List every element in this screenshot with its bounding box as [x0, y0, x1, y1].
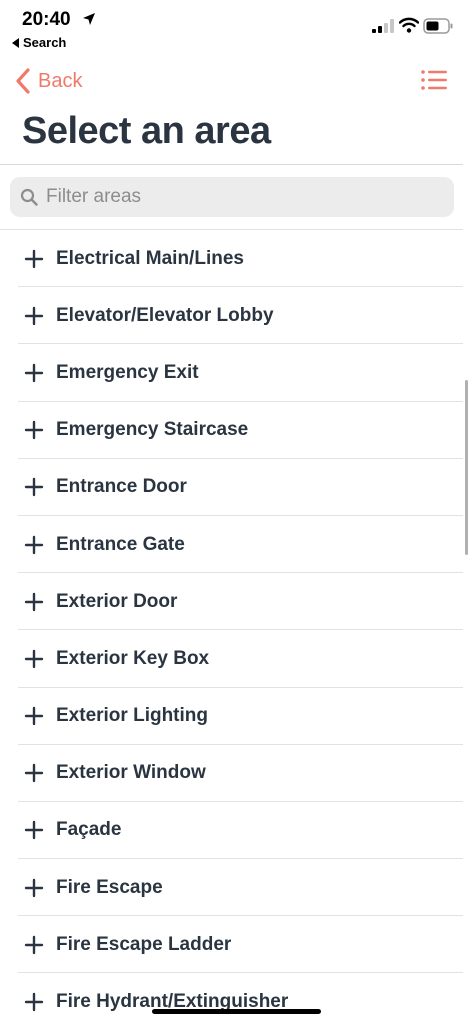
list-item[interactable]: Fire Hydrant/Extinguisher	[0, 973, 463, 1024]
back-triangle-icon	[12, 37, 19, 48]
list-item-label: Exterior Window	[56, 762, 206, 784]
plus-icon	[24, 706, 44, 726]
list-item[interactable]: Fire Escape	[0, 859, 463, 917]
search-bar[interactable]	[10, 177, 454, 217]
list-item-label: Electrical Main/Lines	[56, 247, 244, 269]
list-item-label: Elevator/Elevator Lobby	[56, 304, 274, 326]
list-item[interactable]: Entrance Door	[0, 459, 463, 517]
cellular-signal-icon	[372, 19, 394, 33]
back-button[interactable]: Back	[14, 68, 82, 94]
list-item[interactable]: Emergency Staircase	[0, 402, 463, 459]
list-item[interactable]: Exterior Key Box	[0, 630, 463, 688]
list-item-label: Exterior Lighting	[56, 705, 208, 727]
location-arrow-icon	[83, 13, 95, 25]
list-item[interactable]: Emergency Exit	[0, 344, 463, 402]
plus-icon	[24, 992, 44, 1012]
area-list: Electrical Main/Lines Elevator/Elevator L…	[0, 230, 463, 1024]
list-item[interactable]: Exterior Door	[0, 573, 463, 631]
list-item-label: Fire Escape Ladder	[56, 933, 232, 955]
list-item[interactable]: Fire Escape Ladder	[0, 916, 463, 974]
scrollbar[interactable]	[465, 380, 468, 555]
list-item[interactable]: Elevator/Elevator Lobby	[0, 287, 463, 345]
search-icon	[20, 188, 38, 206]
back-app-label: Search	[23, 35, 67, 50]
page-title: Select an area	[22, 110, 271, 152]
list-item-label: Entrance Door	[56, 476, 187, 498]
plus-icon	[24, 764, 44, 783]
list-item-label: Emergency Exit	[56, 361, 199, 383]
plus-icon	[24, 363, 44, 383]
plus-icon	[24, 649, 44, 669]
list-item[interactable]: Entrance Gate	[0, 516, 463, 574]
list-item[interactable]: Façade	[0, 802, 463, 860]
list-item-label: Fire Escape	[56, 876, 163, 898]
battery-icon	[423, 18, 453, 34]
back-button-label: Back	[38, 69, 83, 92]
plus-icon	[24, 878, 44, 897]
list-item-label: Exterior Key Box	[56, 647, 210, 669]
list-item[interactable]: Electrical Main/Lines	[0, 230, 463, 288]
plus-icon	[24, 821, 44, 840]
list-item-label: Emergency Staircase	[56, 419, 249, 441]
plus-icon	[24, 420, 44, 440]
plus-icon	[24, 249, 44, 268]
status-bar: 20:40 Search	[0, 0, 473, 56]
chevron-left-icon	[16, 68, 30, 94]
plus-icon	[24, 306, 44, 325]
home-indicator[interactable]	[152, 1009, 321, 1014]
plus-icon	[24, 478, 44, 497]
list-item-label: Exterior Door	[56, 590, 178, 612]
plus-icon	[24, 592, 44, 611]
plus-icon	[24, 935, 44, 955]
list-item-label: Façade	[56, 819, 122, 841]
list-item[interactable]: Exterior Window	[0, 745, 463, 803]
list-item-label: Entrance Gate	[56, 533, 185, 555]
status-time: 20:40	[22, 9, 71, 30]
list-menu-icon[interactable]	[420, 68, 448, 92]
list-item[interactable]: Exterior Lighting	[0, 688, 463, 745]
title-divider	[0, 164, 463, 165]
wifi-icon	[399, 17, 419, 33]
search-input[interactable]	[46, 186, 436, 208]
plus-icon	[24, 535, 44, 554]
back-to-app-link[interactable]: Search	[12, 35, 66, 50]
